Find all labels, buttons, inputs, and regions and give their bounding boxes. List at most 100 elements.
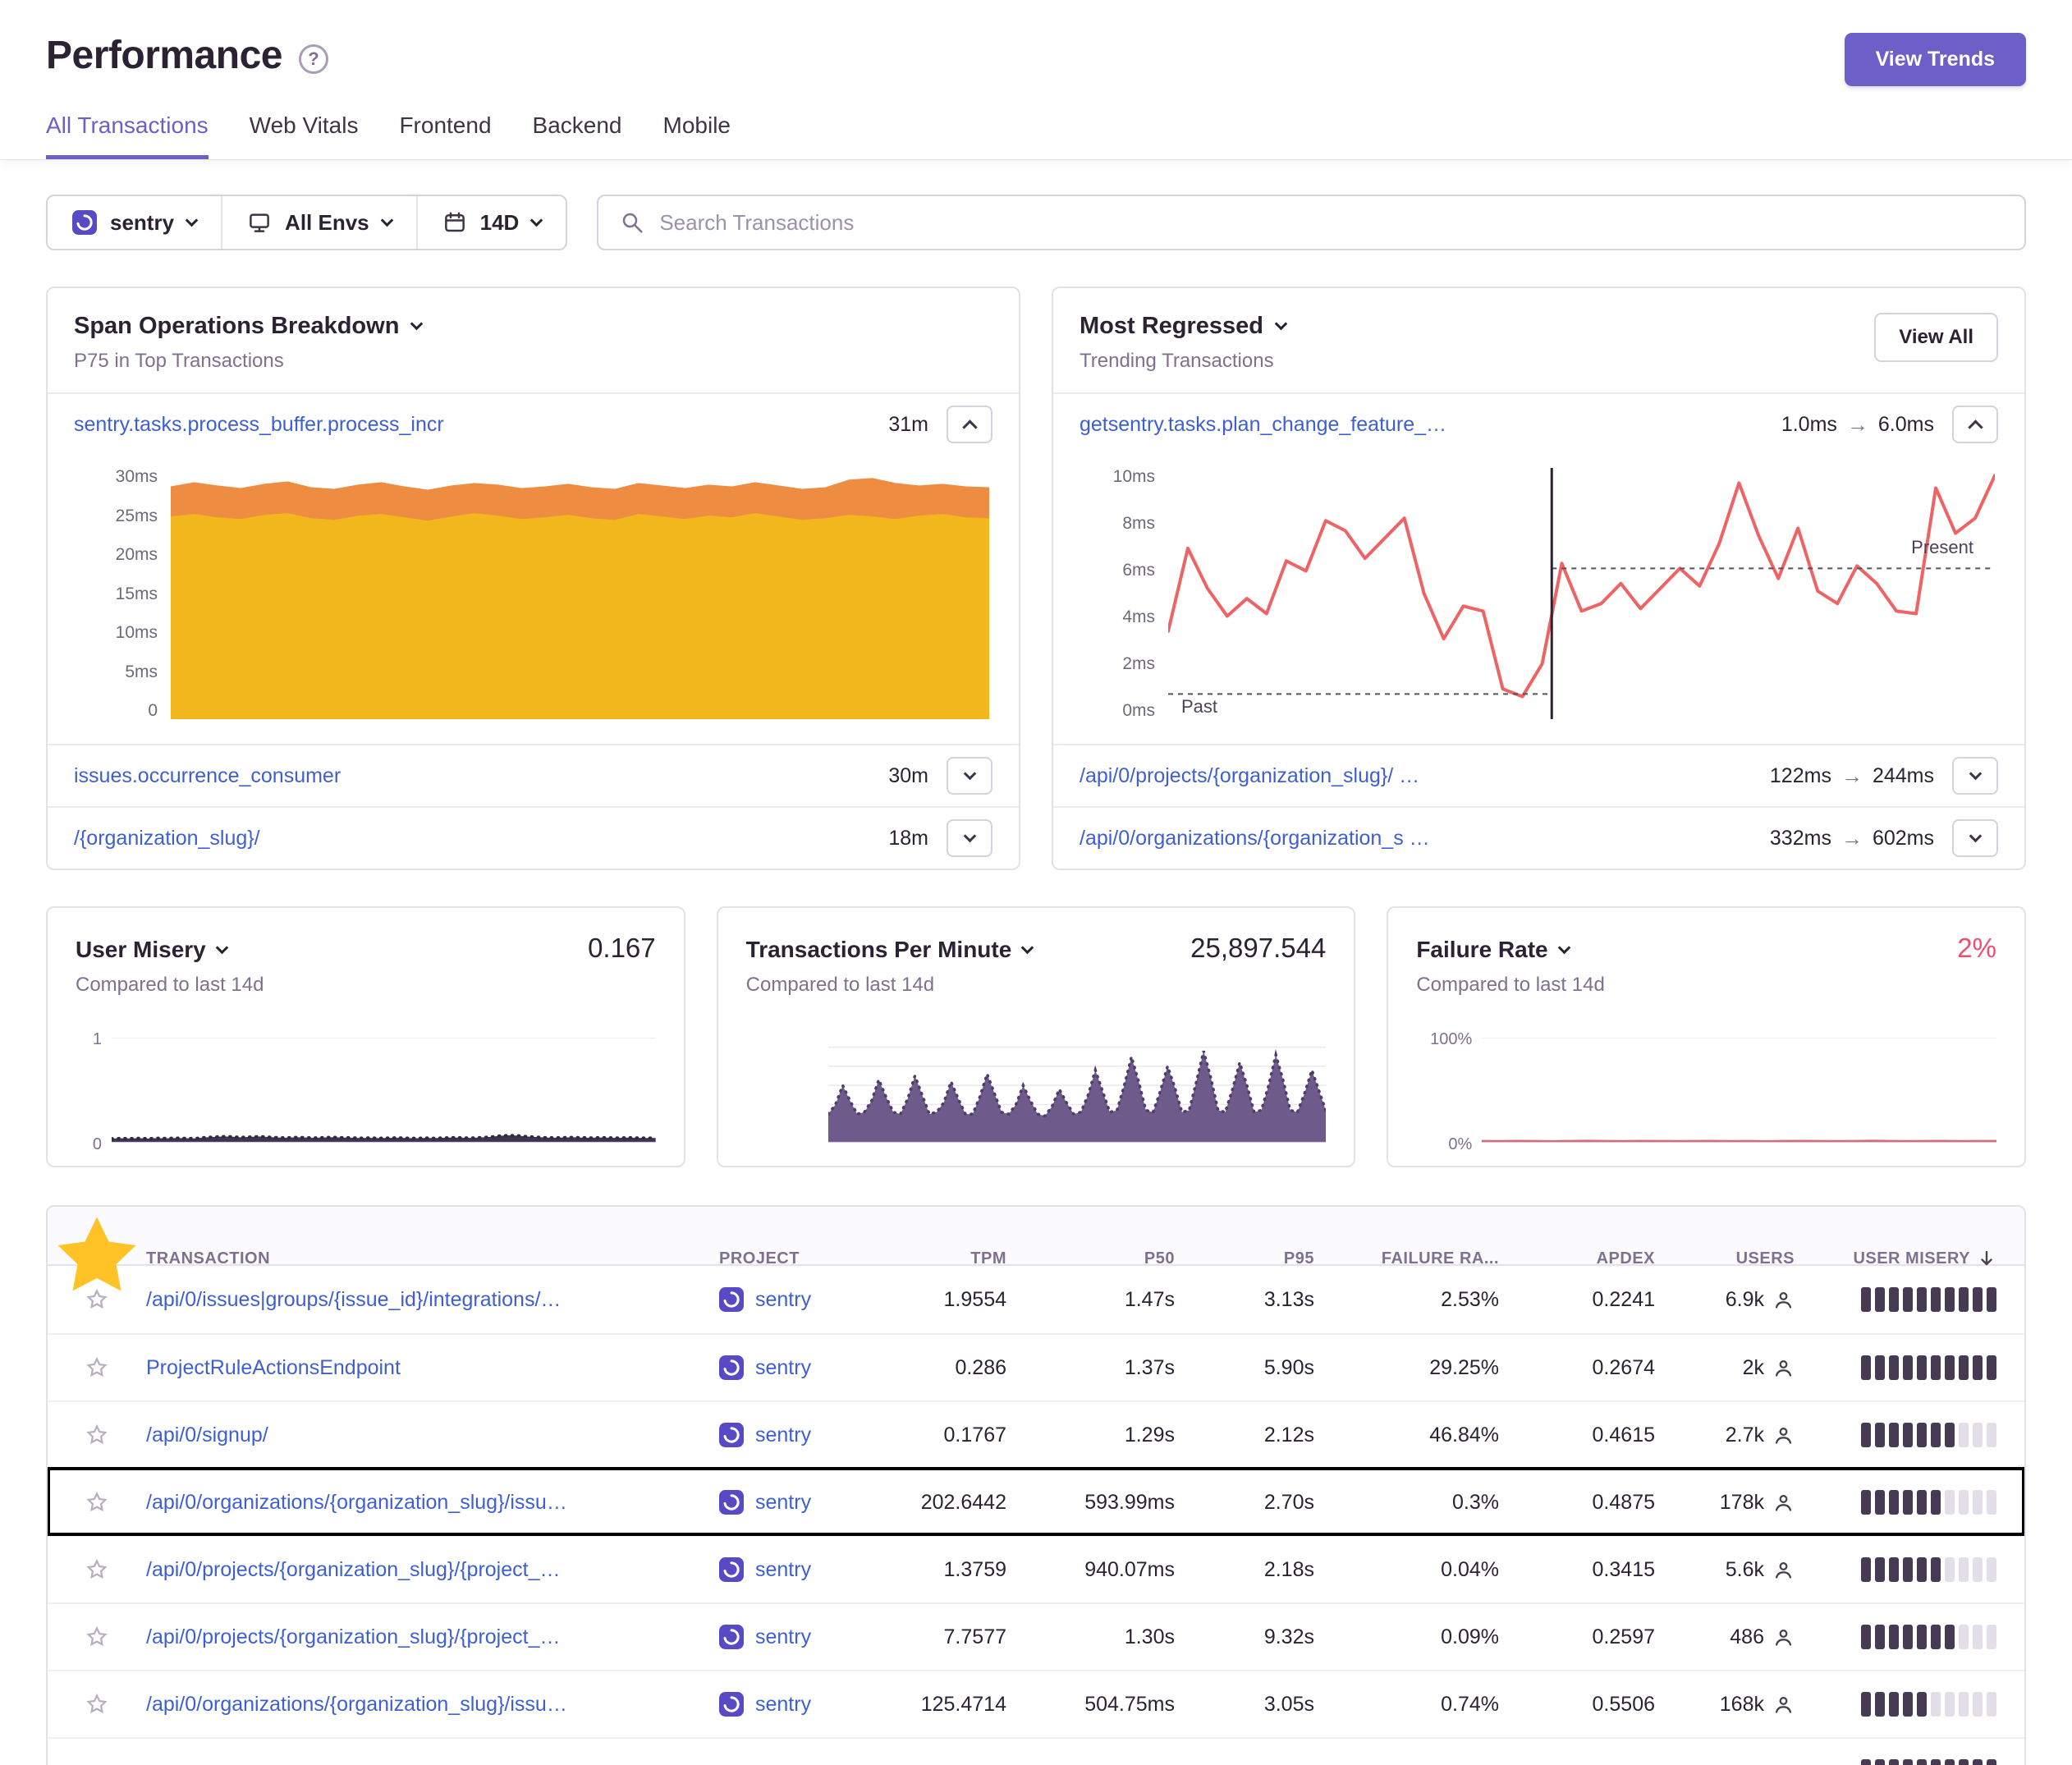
span-ops-title-dropdown[interactable]: Span Operations Breakdown (74, 313, 421, 340)
chevron-up-icon (1968, 419, 1983, 434)
favorite-star-icon[interactable] (85, 1287, 109, 1312)
most-regressed-panel: Most Regressed Trending Transactions Vie… (1052, 287, 2026, 870)
transaction-link[interactable]: getsentry.tasks.plan_change_feature_… (1080, 413, 1446, 437)
transaction-link[interactable]: /api/0/organizations/{organization_slug}… (146, 1693, 703, 1717)
search-transactions-box[interactable] (597, 195, 2026, 250)
table-row[interactable]: ProjectRuleActionsEndpointsentry0.2861.3… (48, 1333, 2024, 1401)
regression-chart: 10ms8ms6ms4ms2ms0ms Past Present (1053, 455, 2024, 744)
user-icon (1772, 1492, 1795, 1514)
user-icon (1772, 1289, 1795, 1311)
span-op-duration: 31m (872, 413, 928, 437)
sentry-project-icon (72, 210, 97, 235)
y-axis-labels: 30ms25ms20ms15ms10ms5ms0 (48, 468, 171, 719)
transaction-link[interactable]: issues.occurrence_consumer (74, 764, 341, 788)
panel-title: Most Regressed (1080, 313, 1263, 340)
transaction-link[interactable]: /api/0/projects/{organization_slug}/ … (1080, 764, 1419, 788)
table-row[interactable]: /api/0/projects/{organization_slug}/{pro… (48, 1602, 2024, 1670)
chevron-down-icon (1275, 318, 1288, 331)
row-value: 332ms→602ms (1753, 826, 1934, 851)
favorite-star-icon[interactable] (85, 1355, 109, 1380)
y-axis-tick: 1 (93, 1031, 102, 1048)
stat-card-title-dropdown[interactable]: Transactions Per Minute (746, 937, 1033, 963)
transaction-link[interactable]: /api/0/organizations/{organization_s … (1080, 827, 1430, 850)
tab-backend[interactable]: Backend (533, 112, 622, 159)
view-all-button[interactable]: View All (1874, 313, 1998, 362)
most-regressed-title-dropdown[interactable]: Most Regressed (1080, 313, 1286, 340)
date-range-filter[interactable]: 14D (416, 196, 566, 249)
favorite-star-icon[interactable] (85, 1625, 109, 1649)
tab-mobile[interactable]: Mobile (663, 112, 731, 159)
favorite-star-icon[interactable] (85, 1423, 109, 1447)
column-header-tpm[interactable]: TPM (892, 1249, 1031, 1268)
project-filter[interactable]: sentry (48, 196, 221, 249)
project-link[interactable]: sentry (755, 1356, 811, 1380)
y-axis-tick: 0 (148, 702, 158, 719)
stat-card-title: Failure Rate (1416, 937, 1547, 963)
table-row[interactable]: /api/0/signup/sentry0.17671.29s2.12s46.8… (48, 1401, 2024, 1468)
transaction-link[interactable]: /api/0/projects/{organization_slug}/{pro… (146, 1558, 703, 1582)
filter-bar: sentry All Envs 14D (46, 195, 2026, 250)
transaction-link[interactable]: /api/0/signup/ (146, 1423, 703, 1447)
expand-row-button[interactable] (947, 819, 992, 857)
column-header-p95[interactable]: P95 (1199, 1249, 1339, 1268)
transaction-link[interactable]: /api/0/organizations/{organization_slug}… (146, 1491, 703, 1515)
column-header-user-misery[interactable]: USER MISERY (1819, 1249, 2024, 1268)
column-header-failure-rate[interactable]: FAILURE RA... (1339, 1249, 1524, 1268)
expand-row-button[interactable] (1952, 819, 1998, 857)
expand-row-button[interactable] (947, 757, 992, 795)
project-link[interactable]: sentry (755, 1693, 811, 1717)
chevron-down-icon (410, 318, 424, 331)
project-link[interactable]: sentry (755, 1423, 811, 1447)
stat-card-subtitle: Compared to last 14d (746, 974, 1327, 997)
span-op-link[interactable]: sentry.tasks.process_buffer.process_incr (74, 413, 444, 437)
y-axis-tick: 0 (93, 1136, 102, 1153)
tpm-mini-chart (828, 1038, 1327, 1143)
stat-card-title-dropdown[interactable]: Failure Rate (1416, 937, 1568, 963)
transaction-link[interactable]: /api/0/issues|groups/{issue_id}/integrat… (146, 1288, 703, 1312)
table-row[interactable]: /api/0/organizations/{organization_slug}… (48, 1670, 2024, 1737)
row-value: 30m (872, 764, 928, 788)
p95-cell: 9.32s (1199, 1625, 1339, 1649)
search-transactions-input[interactable] (659, 210, 2003, 236)
column-header-users[interactable]: USERS (1680, 1249, 1819, 1268)
past-label: Past (1181, 696, 1217, 717)
panel-title: Span Operations Breakdown (74, 313, 399, 340)
table-row[interactable]: /api/0/organizations/{organization_slug}… (48, 1468, 2024, 1535)
transaction-link[interactable]: ProjectRuleActionsEndpoint (146, 1356, 703, 1380)
project-cell: sentry (719, 1490, 892, 1515)
help-icon[interactable]: ? (299, 44, 328, 74)
column-header-p50[interactable]: P50 (1031, 1249, 1199, 1268)
favorite-star-icon[interactable] (85, 1692, 109, 1717)
transaction-link[interactable]: /{organization_slug}/ (74, 827, 260, 850)
collapse-row-button[interactable] (1952, 406, 1998, 443)
favorite-star-icon[interactable] (85, 1490, 109, 1515)
y-axis-tick: 15ms (116, 585, 158, 603)
y-axis-tick: 4ms (1122, 608, 1155, 626)
project-link[interactable]: sentry (755, 1288, 811, 1312)
view-trends-button[interactable]: View Trends (1845, 33, 2026, 86)
table-row[interactable]: /api/0/issues|groups/{issue_id}/integrat… (48, 1266, 2024, 1333)
stat-card-tpm: Transactions Per Minute25,897.544Compare… (717, 906, 1356, 1167)
expand-row-button[interactable] (1952, 757, 1998, 795)
project-link[interactable]: sentry (755, 1558, 811, 1582)
environment-filter[interactable]: All Envs (221, 196, 416, 249)
chevron-down-icon (380, 213, 393, 227)
transaction-link[interactable]: /api/0/projects/{organization_slug}/{pro… (146, 1625, 703, 1649)
stat-card-user-misery: User Misery0.167Compared to last 14d10 (46, 906, 685, 1167)
project-link[interactable]: sentry (755, 1625, 811, 1649)
column-header-project[interactable]: PROJECT (719, 1249, 892, 1268)
stat-card-value: 2% (1957, 933, 1996, 964)
tab-all-transactions[interactable]: All Transactions (46, 112, 209, 159)
column-header-apdex[interactable]: APDEX (1524, 1249, 1680, 1268)
stat-card-title-dropdown[interactable]: User Misery (76, 937, 227, 963)
column-header-transaction[interactable]: TRANSACTION (146, 1249, 719, 1268)
collapse-row-button[interactable] (947, 406, 992, 443)
project-link[interactable]: sentry (755, 1491, 811, 1515)
tab-frontend[interactable]: Frontend (399, 112, 491, 159)
table-row[interactable]: /api/0/projects/{organization_slug}/{pro… (48, 1535, 2024, 1602)
row-value: 122ms→244ms (1753, 763, 1934, 789)
table-row[interactable] (48, 1737, 2024, 1765)
favorite-star-icon[interactable] (85, 1557, 109, 1582)
widget-panels: Span Operations Breakdown P75 in Top Tra… (46, 287, 2026, 870)
tab-web-vitals[interactable]: Web Vitals (250, 112, 359, 159)
